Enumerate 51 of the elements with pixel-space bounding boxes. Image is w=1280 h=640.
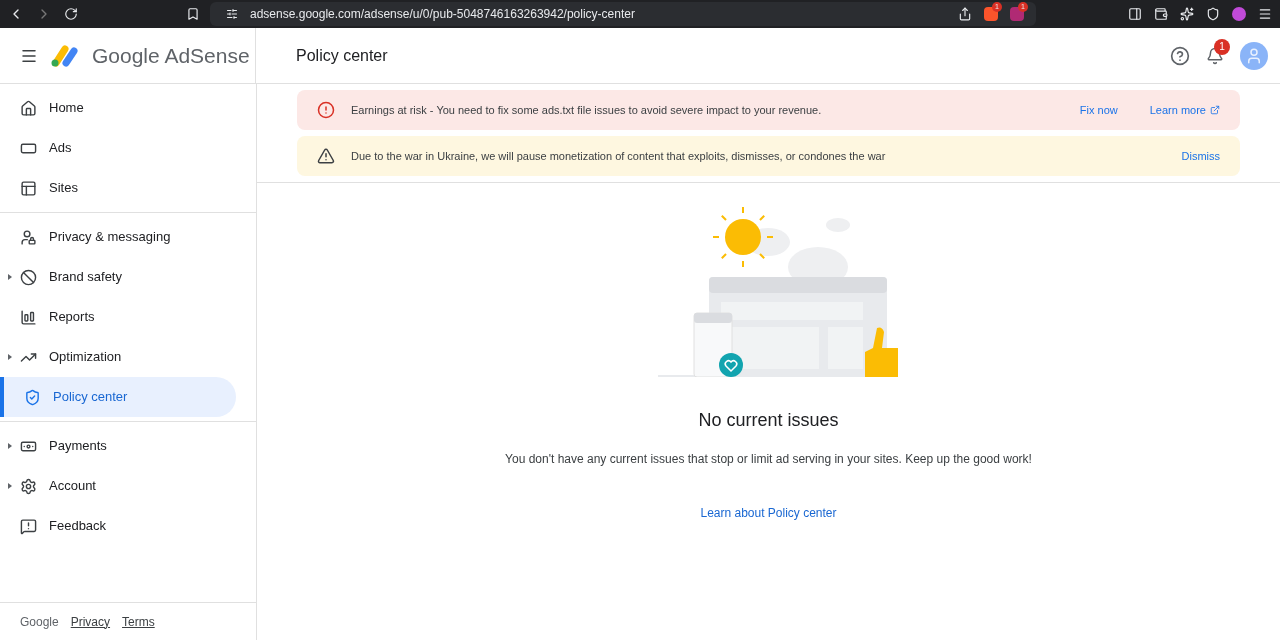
bar-chart-icon xyxy=(20,308,37,326)
sparkle-icon[interactable] xyxy=(1180,7,1194,21)
bookmark-icon[interactable] xyxy=(186,7,200,21)
nav-item[interactable]: Optimization xyxy=(0,337,236,377)
home-icon xyxy=(20,99,37,117)
empty-state-title: No current issues xyxy=(698,409,839,432)
help-icon[interactable] xyxy=(1170,45,1190,66)
extension-icon[interactable] xyxy=(1010,7,1024,21)
logo-icon xyxy=(50,43,80,68)
empty-state-message: You don't have any current issues that stop or limit ad serving in your sites. Keep up the good work! xyxy=(505,451,1032,468)
page-title: Policy center xyxy=(296,45,388,66)
nav-item[interactable]: Privacy & messaging xyxy=(0,217,236,257)
alert-message: Earnings at risk - You need to fix some ads.txt file issues to avoid severe impact to your revenue. xyxy=(351,102,823,118)
profile-icon[interactable] xyxy=(1232,7,1246,21)
alert-message: Due to the war in Ukraine, we will pause monetization of content that exploits, dismisses, or condones the war xyxy=(351,148,887,164)
notification-badge: 1 xyxy=(1214,38,1230,55)
settings-icon xyxy=(20,477,37,495)
nav-item[interactable]: Payments xyxy=(0,426,236,466)
nav-item[interactable]: Feedback xyxy=(0,506,236,546)
nav-item[interactable]: Account xyxy=(0,466,236,506)
wallet-icon[interactable] xyxy=(1154,7,1168,21)
footer-link[interactable]: Terms xyxy=(122,612,155,631)
brand-name: Google AdSense xyxy=(92,42,250,69)
block-icon xyxy=(20,268,37,286)
menu-icon[interactable] xyxy=(1258,7,1272,21)
shield-icon xyxy=(24,388,41,406)
nav-item[interactable]: Policy center xyxy=(0,377,236,417)
shield-icon[interactable] xyxy=(1206,7,1220,21)
url-text: adsense.google.com/adsense/u/0/pub-5048746163263942/policy-center xyxy=(250,6,636,23)
sidebar-icon[interactable] xyxy=(1128,7,1142,21)
person-lock-icon xyxy=(20,228,37,246)
warning-icon xyxy=(317,147,335,165)
external-link-icon xyxy=(1210,105,1220,115)
nav-item[interactable]: Sites xyxy=(0,168,236,208)
learn-link[interactable]: Learn about Policy center xyxy=(700,504,837,522)
nav-item[interactable]: Brand safety xyxy=(0,257,236,297)
footer-link[interactable]: Privacy xyxy=(70,612,111,631)
site-settings-icon[interactable] xyxy=(226,8,238,20)
nav-item[interactable]: Home xyxy=(0,88,236,128)
alert-action-button[interactable]: Dismiss xyxy=(1181,147,1220,165)
alert-action-button[interactable]: Learn more xyxy=(1149,101,1220,119)
share-icon[interactable] xyxy=(958,7,972,21)
footer-brand: Google xyxy=(20,613,59,631)
alert-action-button[interactable]: Fix now xyxy=(1079,101,1118,119)
error-icon xyxy=(317,101,335,119)
nav-item[interactable]: Reports xyxy=(0,297,236,337)
feedback-icon xyxy=(20,517,37,535)
extension-icon[interactable] xyxy=(984,7,998,21)
site-layout-icon xyxy=(20,179,37,197)
reload-icon[interactable] xyxy=(64,7,78,21)
nav-item[interactable]: Ads xyxy=(0,128,236,168)
